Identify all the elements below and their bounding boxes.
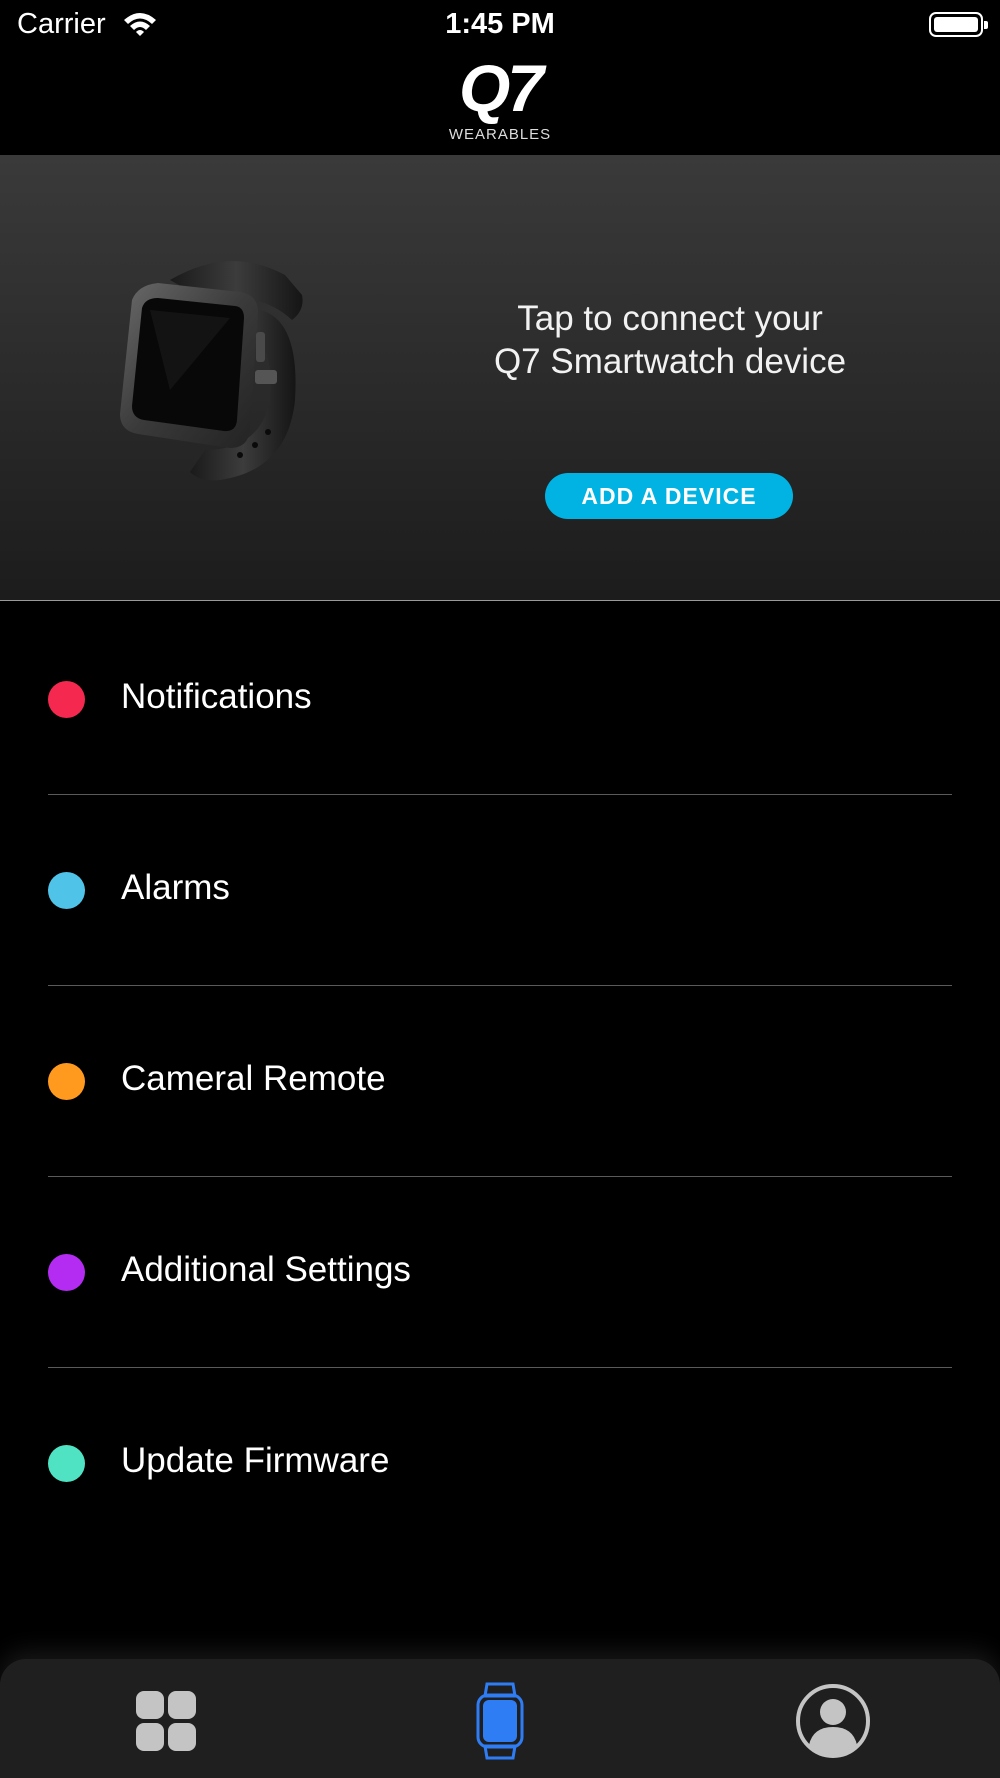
battery-icon — [929, 12, 988, 37]
menu-item-additional-settings[interactable]: Additional Settings — [48, 1177, 952, 1368]
tab-dashboard[interactable] — [126, 1681, 206, 1761]
settings-menu: Notifications Alarms Cameral Remote Addi… — [48, 604, 952, 1559]
menu-item-label: Cameral Remote — [121, 1059, 386, 1098]
clock: 1:45 PM — [445, 8, 555, 40]
profile-icon — [796, 1684, 870, 1758]
device-connect-panel[interactable]: Tap to connect your Q7 Smartwatch device … — [0, 155, 1000, 601]
logo-mark: Q7 — [458, 51, 544, 125]
alarms-dot-icon — [48, 872, 85, 909]
notifications-dot-icon — [48, 681, 85, 718]
add-device-button[interactable]: ADD A DEVICE — [545, 473, 793, 519]
menu-item-label: Update Firmware — [121, 1441, 390, 1480]
logo-subtitle: WEARABLES — [448, 126, 552, 143]
menu-item-alarms[interactable]: Alarms — [48, 795, 952, 986]
additional-settings-dot-icon — [48, 1254, 85, 1291]
tab-device[interactable] — [460, 1681, 540, 1761]
menu-item-camera-remote[interactable]: Cameral Remote — [48, 986, 952, 1177]
smartwatch-image[interactable] — [110, 250, 320, 490]
tab-bar — [0, 1659, 1000, 1778]
tab-profile[interactable] — [793, 1681, 873, 1761]
menu-item-update-firmware[interactable]: Update Firmware — [48, 1368, 952, 1559]
menu-item-notifications[interactable]: Notifications — [48, 604, 952, 795]
connect-prompt: Tap to connect your Q7 Smartwatch device — [493, 299, 847, 381]
grid-icon — [136, 1691, 196, 1751]
menu-item-label: Notifications — [121, 677, 312, 716]
watch-icon — [476, 1682, 524, 1760]
status-bar: Carrier 1:45 PM — [0, 0, 1000, 50]
update-firmware-dot-icon — [48, 1445, 85, 1482]
app-logo: Q7 WEARABLES — [0, 51, 1000, 143]
camera-remote-dot-icon — [48, 1063, 85, 1100]
menu-item-label: Additional Settings — [121, 1250, 411, 1289]
menu-item-label: Alarms — [121, 868, 230, 907]
